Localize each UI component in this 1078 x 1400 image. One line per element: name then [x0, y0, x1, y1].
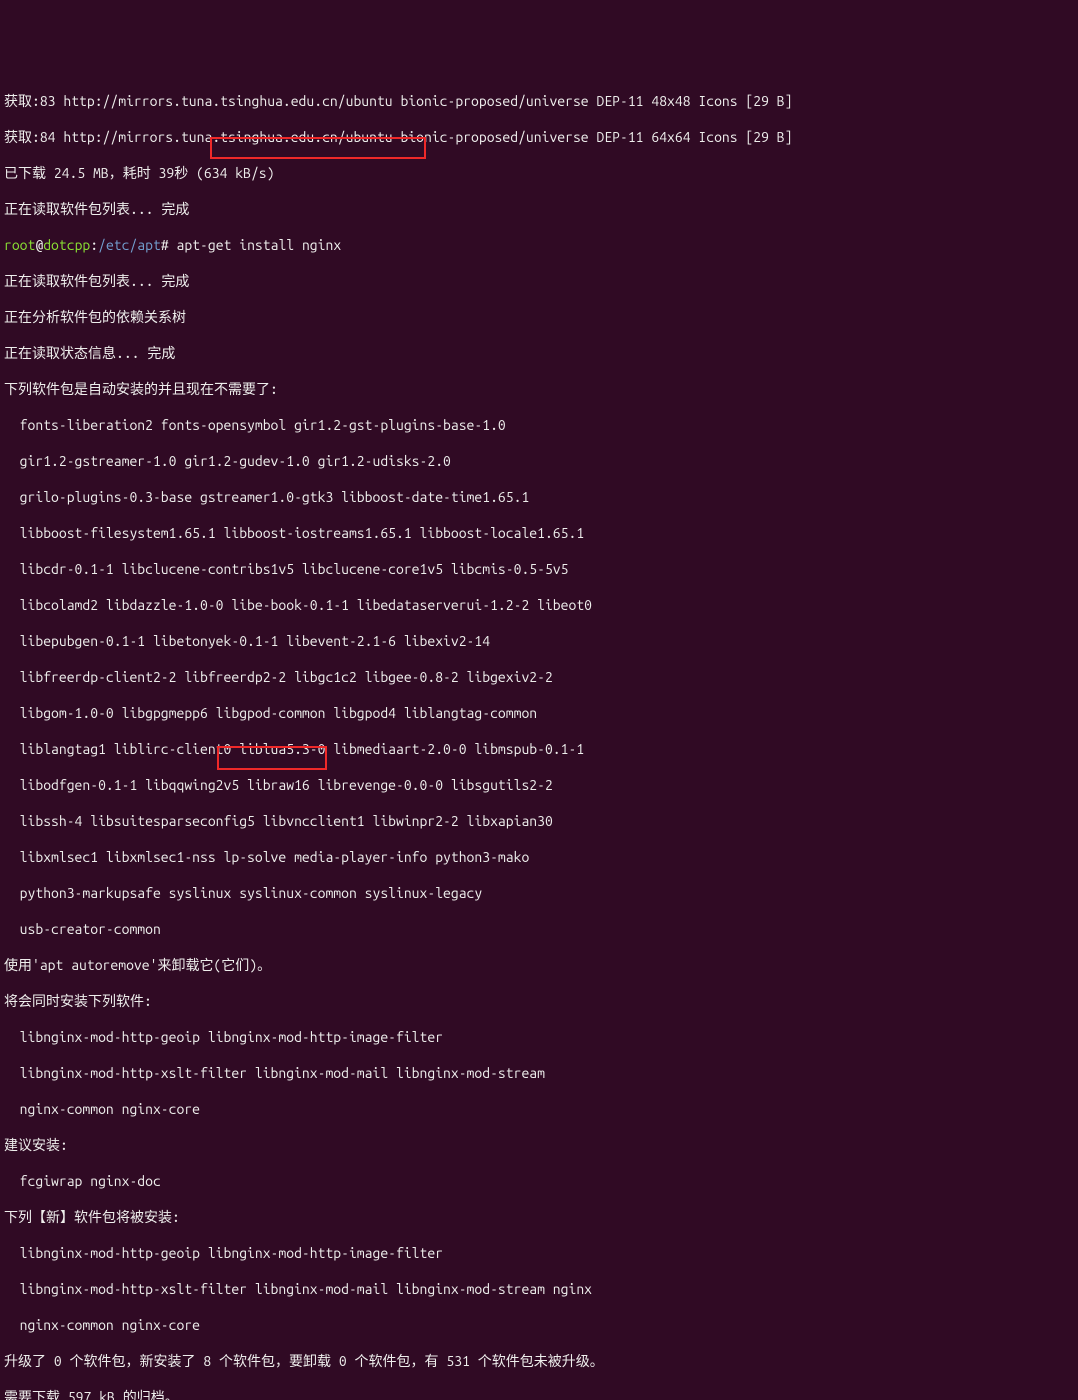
output-line: libnginx-mod-http-geoip libnginx-mod-htt… [4, 1244, 1074, 1262]
prompt-symbol: # [161, 237, 169, 253]
output-line: libssh-4 libsuitesparseconfig5 libvnccli… [4, 812, 1074, 830]
output-line: 建议安装: [4, 1136, 1074, 1154]
output-line: 获取:84 http://mirrors.tuna.tsinghua.edu.c… [4, 128, 1074, 146]
output-line: 获取:83 http://mirrors.tuna.tsinghua.edu.c… [4, 92, 1074, 110]
output-line: 需要下载 597 kB 的归档。 [4, 1388, 1074, 1400]
terminal-window[interactable]: 获取:83 http://mirrors.tuna.tsinghua.edu.c… [4, 74, 1074, 1400]
output-line: libfreerdp-client2-2 libfreerdp2-2 libgc… [4, 668, 1074, 686]
output-line: nginx-common nginx-core [4, 1100, 1074, 1118]
output-line: 已下载 24.5 MB，耗时 39秒 (634 kB/s) [4, 164, 1074, 182]
output-line: libnginx-mod-http-xslt-filter libnginx-m… [4, 1064, 1074, 1082]
output-line: fonts-liberation2 fonts-opensymbol gir1.… [4, 416, 1074, 434]
output-line: fcgiwrap nginx-doc [4, 1172, 1074, 1190]
output-line: 正在读取状态信息... 完成 [4, 344, 1074, 362]
output-line: libnginx-mod-http-geoip libnginx-mod-htt… [4, 1028, 1074, 1046]
output-line: 正在分析软件包的依赖关系树 [4, 308, 1074, 326]
output-line: 将会同时安装下列软件: [4, 992, 1074, 1010]
output-line: gir1.2-gstreamer-1.0 gir1.2-gudev-1.0 gi… [4, 452, 1074, 470]
output-line: libgom-1.0-0 libgpgmepp6 libgpod-common … [4, 704, 1074, 722]
output-line: libodfgen-0.1-1 libqqwing2v5 libraw16 li… [4, 776, 1074, 794]
output-line: libboost-filesystem1.65.1 libboost-iostr… [4, 524, 1074, 542]
output-line: 下列【新】软件包将被安装: [4, 1208, 1074, 1226]
output-line: libcdr-0.1-1 libclucene-contribs1v5 libc… [4, 560, 1074, 578]
command-input[interactable]: apt-get install nginx [177, 237, 342, 253]
output-line: 使用'apt autoremove'来卸载它(它们)。 [4, 956, 1074, 974]
prompt-user: root [4, 237, 35, 253]
output-line: 正在读取软件包列表... 完成 [4, 200, 1074, 218]
output-line: libcolamd2 libdazzle-1.0-0 libe-book-0.1… [4, 596, 1074, 614]
output-line: nginx-common nginx-core [4, 1316, 1074, 1334]
prompt-line: root@dotcpp:/etc/apt# apt-get install ng… [4, 236, 1074, 254]
output-line: liblangtag1 liblirc-client0 liblua5.3-0 … [4, 740, 1074, 758]
output-line: grilo-plugins-0.3-base gstreamer1.0-gtk3… [4, 488, 1074, 506]
output-line: libnginx-mod-http-xslt-filter libnginx-m… [4, 1280, 1074, 1298]
prompt-path: /etc/apt [98, 237, 161, 253]
output-line: 正在读取软件包列表... 完成 [4, 272, 1074, 290]
output-line: 升级了 0 个软件包，新安装了 8 个软件包，要卸载 0 个软件包，有 531 … [4, 1352, 1074, 1370]
prompt-host: dotcpp [43, 237, 90, 253]
output-line: usb-creator-common [4, 920, 1074, 938]
output-line: 下列软件包是自动安装的并且现在不需要了: [4, 380, 1074, 398]
output-line: libxmlsec1 libxmlsec1-nss lp-solve media… [4, 848, 1074, 866]
output-line: python3-markupsafe syslinux syslinux-com… [4, 884, 1074, 902]
output-line: libepubgen-0.1-1 libetonyek-0.1-1 libeve… [4, 632, 1074, 650]
